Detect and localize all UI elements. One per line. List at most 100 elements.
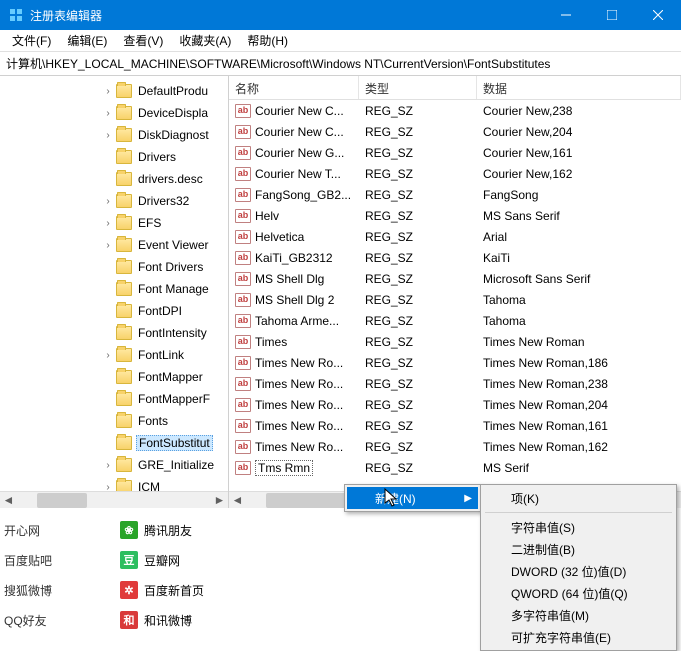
tree-item[interactable]: FontDPI	[0, 300, 228, 322]
list-row[interactable]: KaiTi_GB2312REG_SZKaiTi	[229, 247, 681, 268]
context-menu-new[interactable]: 新建(N) ▶	[347, 487, 478, 509]
tree-item[interactable]: ›Drivers32	[0, 190, 228, 212]
app-link-pengyou[interactable]: ❀ 腾讯朋友	[120, 521, 192, 539]
app-link-label: 腾讯朋友	[144, 522, 192, 539]
expander-icon[interactable]: ›	[100, 350, 116, 361]
tree-item-label: Fonts	[136, 414, 170, 428]
expander-icon[interactable]: ›	[100, 240, 116, 251]
scroll-right-icon[interactable]: ►	[211, 492, 228, 509]
tree-item[interactable]: ›GRE_Initialize	[0, 454, 228, 476]
address-bar[interactable]: 计算机\HKEY_LOCAL_MACHINE\SOFTWARE\Microsof…	[0, 52, 681, 76]
column-name[interactable]: 名称	[229, 76, 359, 99]
submenu-dword[interactable]: DWORD (32 位)值(D)	[483, 560, 674, 582]
context-submenu[interactable]: 项(K) 字符串值(S) 二进制值(B) DWORD (32 位)值(D) QW…	[480, 484, 677, 651]
maximize-button[interactable]	[589, 0, 635, 30]
list-row[interactable]: Times New Ro...REG_SZTimes New Roman,162	[229, 436, 681, 457]
bottom-row: 搜狐微博 ✲ 百度新首页	[4, 581, 340, 599]
submenu-qword[interactable]: QWORD (64 位)值(Q)	[483, 582, 674, 604]
column-data[interactable]: 数据	[477, 76, 681, 99]
list-row[interactable]: Times New Ro...REG_SZTimes New Roman,204	[229, 394, 681, 415]
expander-icon[interactable]: ›	[100, 196, 116, 207]
window-buttons	[543, 0, 681, 30]
string-value-icon	[235, 104, 251, 118]
tree-item[interactable]: ›DeviceDispla	[0, 102, 228, 124]
app-link-hexun[interactable]: 和 和讯微博	[120, 611, 192, 629]
tree-item[interactable]: FontIntensity	[0, 322, 228, 344]
scroll-left-icon[interactable]: ◄	[0, 492, 17, 509]
scroll-thumb[interactable]	[37, 493, 87, 508]
cell-data: Courier New,204	[477, 125, 681, 139]
tree-item[interactable]: Fonts	[0, 410, 228, 432]
menu-view[interactable]: 查看(V)	[115, 30, 171, 51]
tree-item[interactable]: FontMapper	[0, 366, 228, 388]
cell-data: Times New Roman	[477, 335, 681, 349]
list-row[interactable]: Courier New T...REG_SZCourier New,162	[229, 163, 681, 184]
tree-item[interactable]: ›FontLink	[0, 344, 228, 366]
list-row[interactable]: Tms RmnREG_SZMS Serif	[229, 457, 681, 478]
context-menu[interactable]: 新建(N) ▶	[344, 484, 481, 512]
expander-icon[interactable]: ›	[100, 460, 116, 471]
site-link-sohuwb[interactable]: 搜狐微博	[4, 582, 64, 599]
list-row[interactable]: Times New Ro...REG_SZTimes New Roman,186	[229, 352, 681, 373]
submenu-string[interactable]: 字符串值(S)	[483, 516, 674, 538]
expander-icon[interactable]: ›	[100, 108, 116, 119]
string-value-icon	[235, 398, 251, 412]
submenu-binary[interactable]: 二进制值(B)	[483, 538, 674, 560]
expander-icon[interactable]: ›	[100, 130, 116, 141]
site-link-qq[interactable]: QQ好友	[4, 612, 64, 629]
cell-type: REG_SZ	[359, 398, 477, 412]
site-link-kaixin[interactable]: 开心网	[4, 522, 64, 539]
submenu-key[interactable]: 项(K)	[483, 487, 674, 509]
titlebar[interactable]: 注册表编辑器	[0, 0, 681, 30]
bottom-row: 百度贴吧 豆 豆瓣网	[4, 551, 340, 569]
list-row[interactable]: MS Shell DlgREG_SZMicrosoft Sans Serif	[229, 268, 681, 289]
submenu-multi-label: 多字符串值(M)	[511, 607, 589, 624]
list-row[interactable]: Courier New C...REG_SZCourier New,204	[229, 121, 681, 142]
list-row[interactable]: Times New Ro...REG_SZTimes New Roman,161	[229, 415, 681, 436]
tree-item[interactable]: drivers.desc	[0, 168, 228, 190]
tree-item[interactable]: ›Event Viewer	[0, 234, 228, 256]
list-row[interactable]: Tahoma Arme...REG_SZTahoma	[229, 310, 681, 331]
tree-horizontal-scrollbar[interactable]: ◄ ►	[0, 491, 228, 508]
list-row[interactable]: Courier New G...REG_SZCourier New,161	[229, 142, 681, 163]
tree-item[interactable]: ›DefaultProdu	[0, 80, 228, 102]
app-link-baidu[interactable]: ✲ 百度新首页	[120, 581, 204, 599]
tree-item[interactable]: ›DiskDiagnost	[0, 124, 228, 146]
minimize-button[interactable]	[543, 0, 589, 30]
list-row[interactable]: Times New Ro...REG_SZTimes New Roman,238	[229, 373, 681, 394]
app-link-label: 豆瓣网	[144, 552, 180, 569]
tree-pane[interactable]: ›DefaultProdu›DeviceDispla›DiskDiagnostD…	[0, 76, 229, 508]
app-link-douban[interactable]: 豆 豆瓣网	[120, 551, 180, 569]
scroll-left-icon[interactable]: ◄	[229, 492, 246, 509]
menu-help[interactable]: 帮助(H)	[239, 30, 296, 51]
tree-item[interactable]: ›EFS	[0, 212, 228, 234]
expander-icon[interactable]: ›	[100, 218, 116, 229]
list-row[interactable]: FangSong_GB2...REG_SZFangSong	[229, 184, 681, 205]
tree-item[interactable]: Font Drivers	[0, 256, 228, 278]
expander-icon[interactable]: ›	[100, 86, 116, 97]
menu-edit[interactable]: 编辑(E)	[59, 30, 115, 51]
menu-file[interactable]: 文件(F)	[4, 30, 59, 51]
list-row[interactable]: MS Shell Dlg 2REG_SZTahoma	[229, 289, 681, 310]
list-row[interactable]: TimesREG_SZTimes New Roman	[229, 331, 681, 352]
folder-icon	[116, 128, 132, 142]
close-button[interactable]	[635, 0, 681, 30]
menu-favorites[interactable]: 收藏夹(A)	[171, 30, 239, 51]
list-pane[interactable]: 名称 类型 数据 Courier New C...REG_SZCourier N…	[229, 76, 681, 508]
cell-data: MS Sans Serif	[477, 209, 681, 223]
app-link-label: 和讯微博	[144, 612, 192, 629]
list-row[interactable]: HelvREG_SZMS Sans Serif	[229, 205, 681, 226]
submenu-multi[interactable]: 多字符串值(M)	[483, 604, 674, 626]
submenu-expand[interactable]: 可扩充字符串值(E)	[483, 626, 674, 648]
list-row[interactable]: Courier New C...REG_SZCourier New,238	[229, 100, 681, 121]
registry-editor-window: 注册表编辑器 文件(F) 编辑(E) 查看(V) 收藏夹(A) 帮助(H) 计算…	[0, 0, 681, 648]
list-row[interactable]: HelveticaREG_SZArial	[229, 226, 681, 247]
tree-item[interactable]: Drivers	[0, 146, 228, 168]
tree-item[interactable]: FontMapperF	[0, 388, 228, 410]
menu-separator	[485, 512, 672, 513]
tree-item[interactable]: Font Manage	[0, 278, 228, 300]
column-type[interactable]: 类型	[359, 76, 477, 99]
value-name: KaiTi_GB2312	[255, 251, 333, 265]
tree-item[interactable]: FontSubstitut	[0, 432, 228, 454]
site-link-tieba[interactable]: 百度贴吧	[4, 552, 64, 569]
